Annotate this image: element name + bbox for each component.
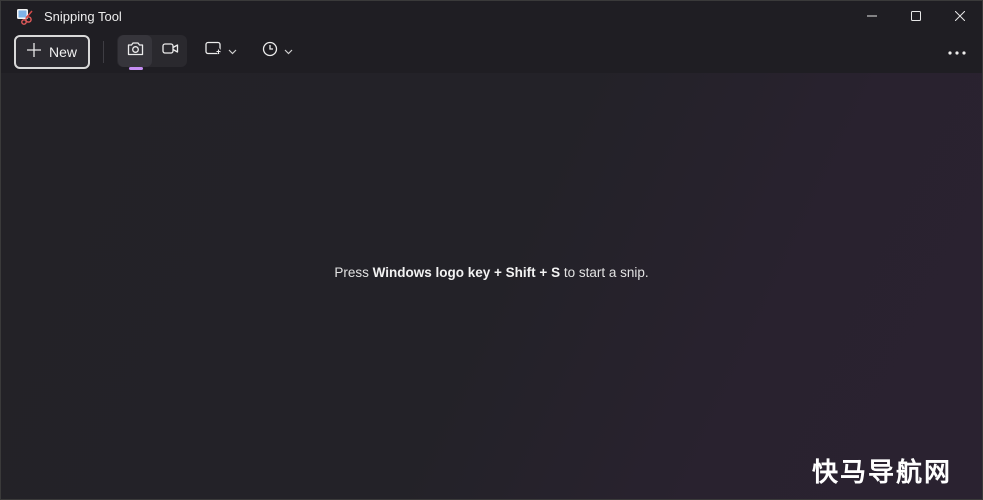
snip-shape-dropdown[interactable]	[199, 35, 243, 67]
close-button[interactable]	[938, 1, 982, 31]
new-snip-label: New	[48, 44, 77, 60]
start-snip-hint: Press Windows logo key + Shift + S to st…	[1, 265, 982, 280]
more-options-button[interactable]	[942, 36, 972, 66]
toolbar-separator	[103, 41, 104, 63]
minimize-icon	[867, 11, 877, 21]
site-watermark: 快马导航网	[811, 458, 952, 488]
hint-key-shift: Shift	[505, 265, 536, 280]
screenshot-mode-button[interactable]	[118, 35, 152, 70]
minimize-button[interactable]	[850, 1, 894, 31]
close-icon	[955, 11, 965, 21]
active-mode-indicator	[129, 67, 143, 70]
camera-icon	[127, 41, 144, 61]
snipping-tool-icon	[16, 7, 34, 25]
new-snip-button[interactable]: New	[14, 35, 90, 69]
hint-suffix: to start a snip.	[560, 265, 649, 280]
rectangle-snip-icon	[205, 41, 222, 61]
chevron-down-icon	[228, 42, 237, 60]
hint-plus-1: +	[490, 265, 506, 280]
video-mode-button[interactable]	[153, 35, 187, 67]
snip-mode-group	[117, 35, 187, 70]
clock-icon	[262, 41, 278, 62]
hint-key-s: S	[551, 265, 561, 280]
snip-canvas-area: Press Windows logo key + Shift + S to st…	[1, 73, 982, 499]
chevron-down-icon	[284, 42, 293, 60]
plus-icon	[26, 41, 41, 61]
hint-prefix: Press	[334, 265, 373, 280]
hint-plus-2: +	[535, 265, 552, 280]
window-title: Snipping Tool	[44, 9, 122, 24]
title-bar[interactable]: Snipping Tool	[1, 1, 982, 31]
more-options-icon	[948, 42, 966, 60]
video-camera-icon	[161, 42, 179, 60]
window-controls	[850, 1, 982, 31]
snip-delay-dropdown[interactable]	[256, 35, 299, 67]
snipping-tool-window: Snipping Tool New Press Windows logo key…	[0, 0, 983, 500]
hint-key-windows: Windows logo key	[372, 265, 491, 280]
toolbar: New	[1, 31, 982, 73]
maximize-icon	[911, 11, 921, 21]
maximize-button[interactable]	[894, 1, 938, 31]
